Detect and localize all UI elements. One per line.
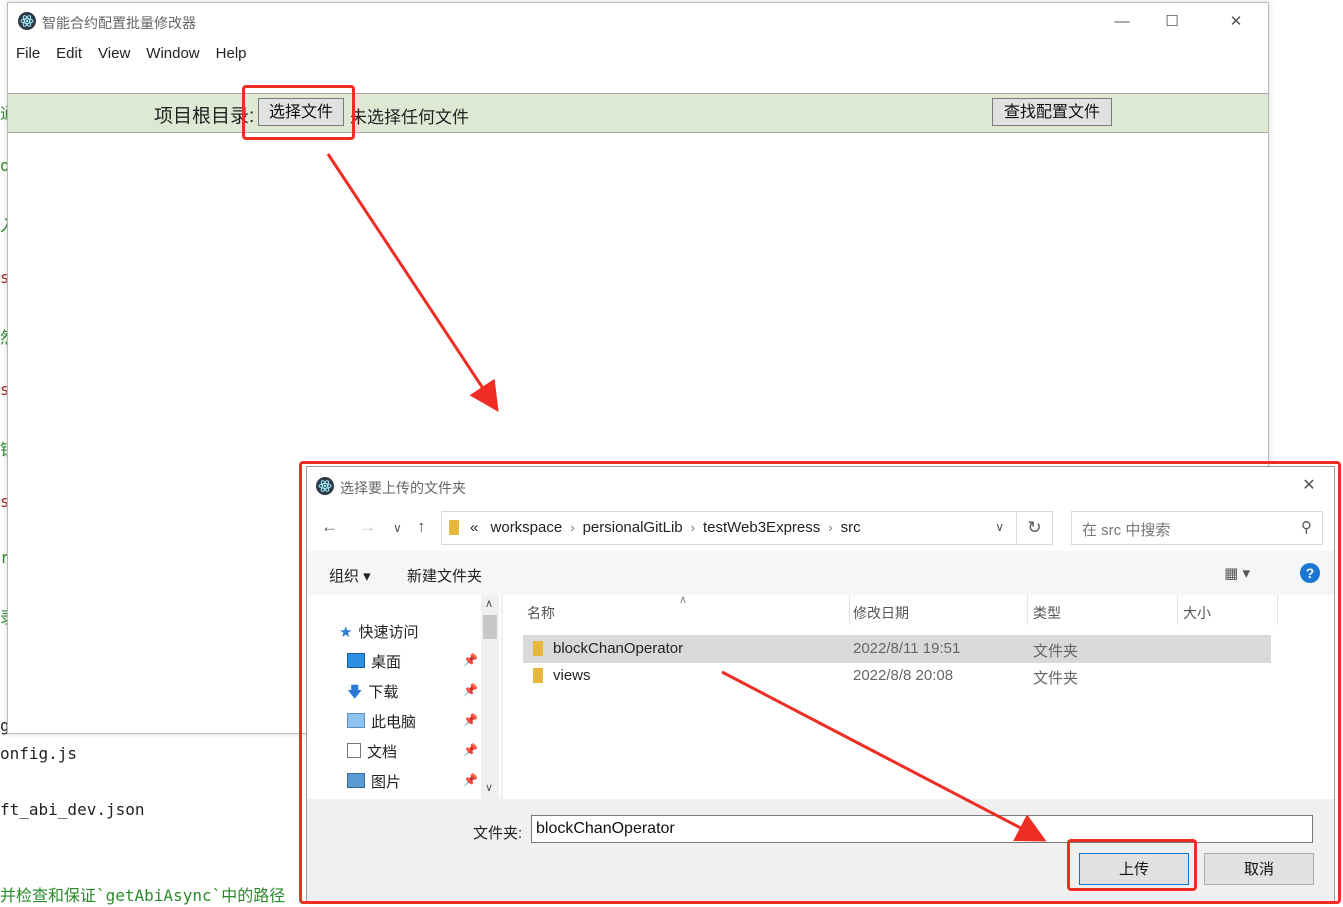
annotation-arrow-1 [326,153,499,413]
annotation-arrow-2 [721,670,1047,842]
annotation-arrows [326,153,1047,842]
